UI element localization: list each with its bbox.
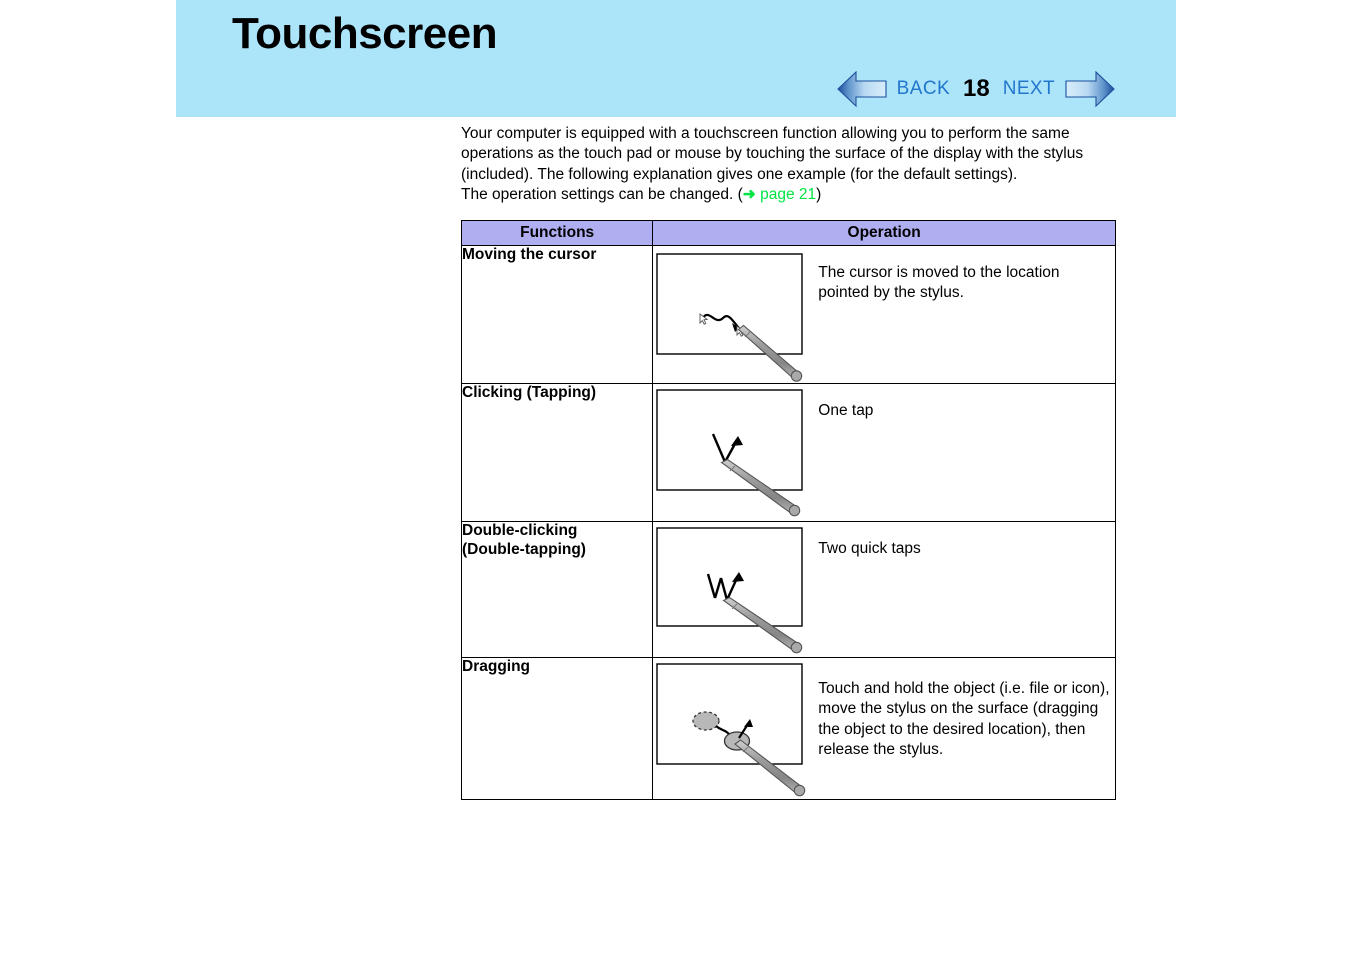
- column-header-functions: Functions: [460, 220, 654, 246]
- operation-cell-dragging: Touch and hold the object (i.e. file or …: [652, 657, 1116, 800]
- table-row: Dragging Touch and hold the object (i.e.…: [460, 657, 1116, 800]
- operation-description: The cursor is moved to the location poin…: [818, 264, 1060, 302]
- operation-description: One tap: [818, 402, 874, 419]
- next-link[interactable]: NEXT: [994, 78, 1064, 100]
- page-title: Touchscreen: [232, 9, 498, 58]
- function-label-moving-the-cursor: Moving the cursor: [460, 245, 654, 384]
- table-header-row: Functions Operation: [460, 220, 1116, 246]
- function-label-clicking-tapping: Clicking (Tapping): [460, 383, 654, 522]
- back-link[interactable]: BACK: [888, 78, 959, 100]
- operation-cell-double-clicking: Two quick taps: [652, 521, 1116, 658]
- cursor-move-illustration: [653, 246, 818, 383]
- function-label-line1: Double-clicking: [462, 522, 578, 539]
- intro-settings-prefix: The operation settings can be changed. (: [461, 185, 743, 203]
- function-label-double-clicking: Double-clicking (Double-tapping): [460, 521, 654, 658]
- operation-cell-moving-the-cursor: The cursor is moved to the location poin…: [652, 245, 1116, 384]
- intro-body: Your computer is equipped with a touchsc…: [461, 125, 1084, 183]
- table-row: Clicking (Tapping) One tap: [460, 383, 1116, 522]
- page-header-banner: Touchscreen BACK 18 NEXT: [176, 0, 1176, 117]
- touchscreen-operations-table: Functions Operation Moving the cursor Th…: [460, 220, 1116, 800]
- column-header-operation: Operation: [652, 220, 1116, 246]
- function-label-dragging: Dragging: [460, 657, 654, 800]
- green-arrow-icon: ➜: [742, 185, 756, 203]
- page-21-link[interactable]: page 21: [760, 186, 816, 203]
- page-navigation: BACK 18 NEXT: [836, 66, 1116, 112]
- operation-description: Two quick taps: [818, 540, 921, 557]
- table-row: Double-clicking (Double-tapping) Two qui…: [460, 521, 1116, 658]
- single-tap-illustration: [653, 384, 818, 521]
- function-label-line2: (Double-tapping): [462, 540, 586, 558]
- operation-cell-clicking-tapping: One tap: [652, 383, 1116, 522]
- drag-illustration: [653, 658, 818, 799]
- page-number: 18: [963, 75, 990, 102]
- left-arrow-icon[interactable]: [836, 69, 888, 109]
- right-arrow-icon[interactable]: [1064, 69, 1116, 109]
- double-tap-illustration: [653, 522, 818, 657]
- intro-settings-suffix: ): [816, 185, 822, 203]
- table-row: Moving the cursor The cursor is moved to…: [460, 245, 1116, 384]
- intro-paragraph: Your computer is equipped with a touchsc…: [461, 124, 1121, 205]
- operation-description: Touch and hold the object (i.e. file or …: [818, 680, 1110, 758]
